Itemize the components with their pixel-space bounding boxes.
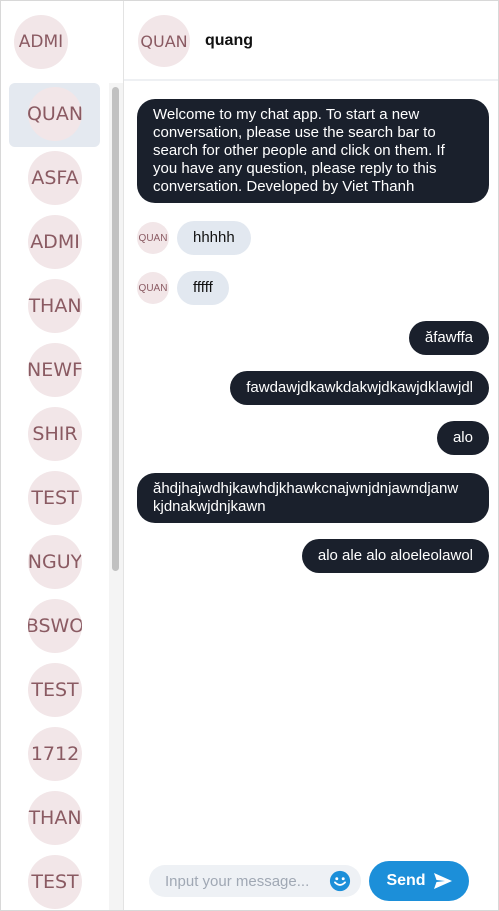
- paper-plane-icon: [433, 873, 452, 889]
- message-composer: Send: [124, 857, 498, 905]
- contact-item[interactable]: QUAN: [9, 83, 100, 147]
- contact-item[interactable]: TEST: [9, 851, 100, 910]
- chat-header: QUAN quang: [124, 1, 498, 81]
- contact-list-scrollbar[interactable]: [109, 83, 123, 910]
- contact-item[interactable]: THAN: [9, 275, 100, 339]
- message-bubble-incoming: fffff: [177, 271, 229, 305]
- message-bubble-outgoing: alo ale alo aloeleolawol: [301, 539, 489, 573]
- contact-item[interactable]: ADMI: [9, 211, 100, 275]
- contact-avatar: NGUY: [28, 535, 82, 589]
- contact-item[interactable]: THAN: [9, 787, 100, 851]
- contact-avatar: TEST: [28, 471, 82, 525]
- chat-partner-avatar: QUAN: [138, 15, 190, 67]
- contact-avatar: TEST: [28, 663, 82, 717]
- message-bubble-outgoing: ăhdjhajwdhjkawhdjkhawkcnajwnjdnjawndjanw…: [137, 473, 489, 523]
- contact-item[interactable]: TEST: [9, 659, 100, 723]
- scrollbar-thumb[interactable]: [112, 87, 119, 571]
- message-list: Welcome to my chat app. To start a new c…: [124, 83, 498, 853]
- contact-item[interactable]: 1712: [9, 723, 100, 787]
- contact-avatar: SHIR: [28, 407, 82, 461]
- contact-avatar: THAN: [28, 791, 82, 845]
- contact-avatar: NEWF: [28, 343, 82, 397]
- send-button-label: Send: [386, 872, 426, 889]
- contact-item[interactable]: NEWF: [9, 339, 100, 403]
- contact-avatar: ADMI: [28, 215, 82, 269]
- chat-title: quang: [205, 32, 253, 49]
- smiley-icon[interactable]: [329, 870, 351, 892]
- contact-avatar: 1712: [28, 727, 82, 781]
- contact-list: QUAN ASFA ADMI THAN NEWF SHIR TEST NGUY: [1, 83, 109, 910]
- contact-avatar: QUAN: [28, 87, 82, 141]
- chat-panel: QUAN quang Welcome to my chat app. To st…: [124, 1, 498, 910]
- contact-avatar: BSWO: [28, 599, 82, 653]
- message-bubble-outgoing: Welcome to my chat app. To start a new c…: [137, 99, 489, 203]
- contact-item[interactable]: ASFA: [9, 147, 100, 211]
- message-sender-avatar: QUAN: [137, 222, 169, 254]
- contact-item[interactable]: TEST: [9, 467, 100, 531]
- sidebar: ADMI QUAN ASFA ADMI THAN NEWF SHIR TEST: [1, 1, 124, 910]
- contact-item[interactable]: NGUY: [9, 531, 100, 595]
- message-bubble-incoming: hhhhh: [177, 221, 251, 255]
- message-sender-avatar: QUAN: [137, 272, 169, 304]
- contact-avatar: TEST: [28, 855, 82, 909]
- contact-avatar: THAN: [28, 279, 82, 333]
- chat-app: ADMI QUAN ASFA ADMI THAN NEWF SHIR TEST: [0, 0, 499, 911]
- message-bubble-outgoing: ăfawffa: [408, 321, 489, 355]
- current-user-avatar[interactable]: ADMI: [14, 15, 68, 69]
- message-bubble-outgoing: fawdawjdkawkdakwjdkawjdklawjdl: [230, 371, 489, 405]
- contact-item[interactable]: BSWO: [9, 595, 100, 659]
- current-user-area: ADMI: [1, 1, 124, 83]
- message-bubble-outgoing: alo: [436, 421, 489, 455]
- contact-item[interactable]: SHIR: [9, 403, 100, 467]
- contact-avatar: ASFA: [28, 151, 82, 205]
- send-button[interactable]: Send: [369, 861, 469, 901]
